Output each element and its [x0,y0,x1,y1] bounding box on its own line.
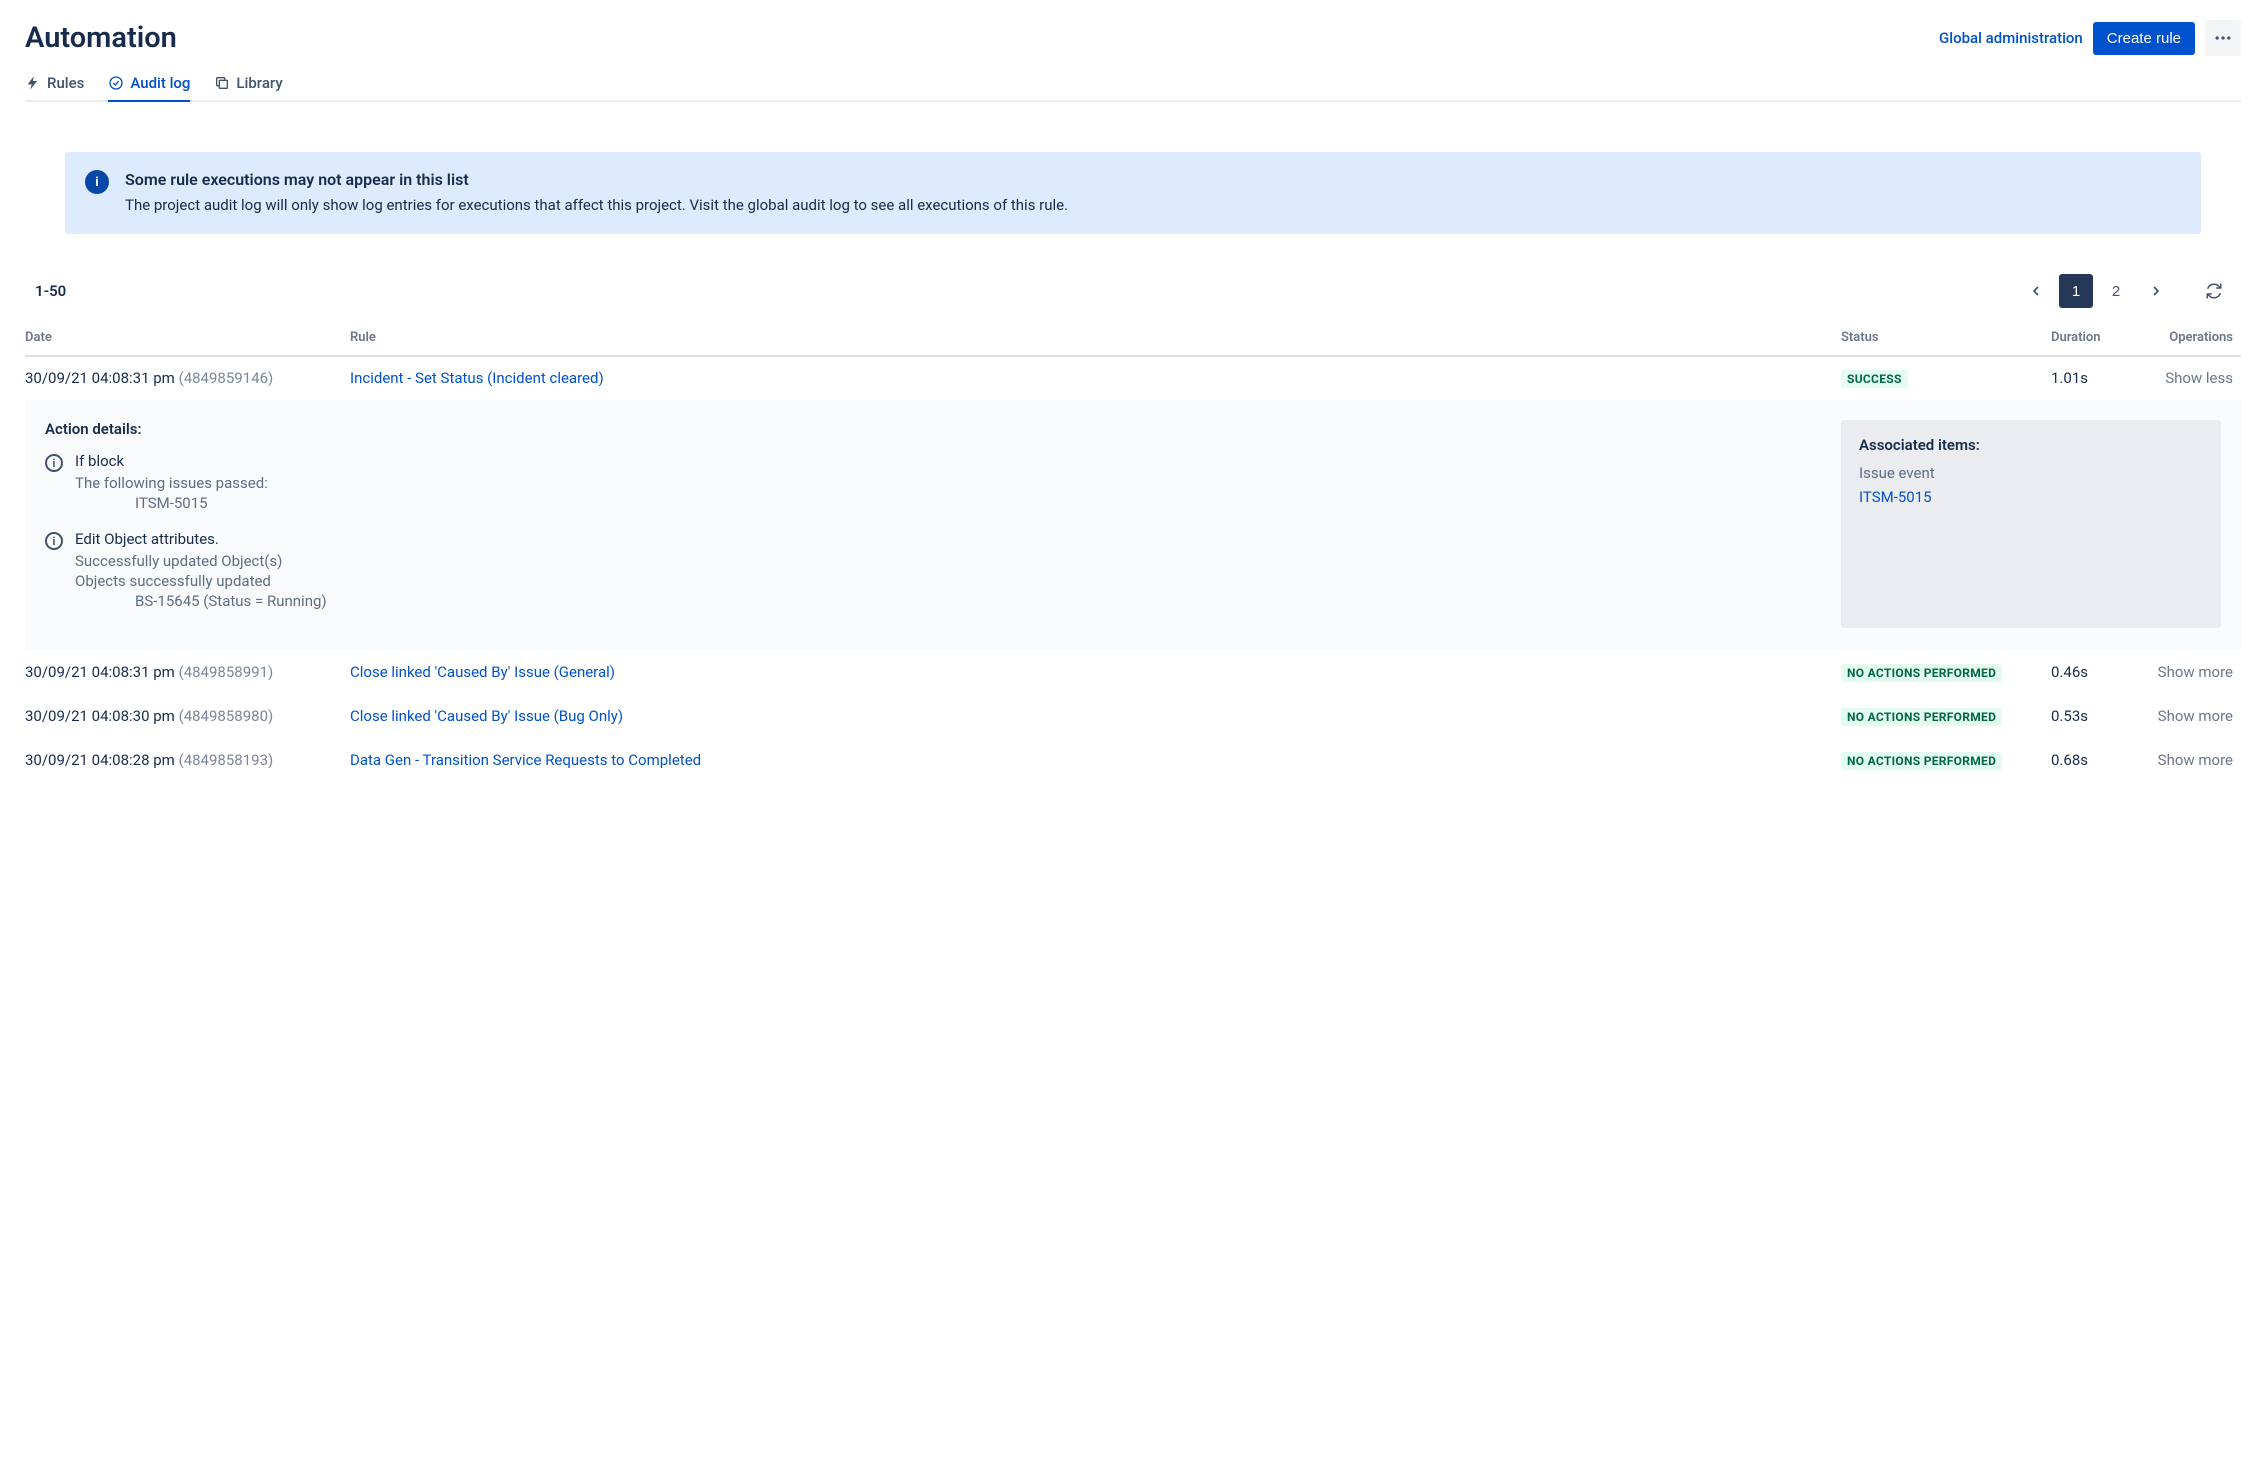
assoc-type: Issue event [1859,464,2203,482]
info-icon: i [85,170,109,194]
detail-name: Edit Object attributes. [75,530,1821,548]
refresh-icon [2205,282,2223,300]
toggle-details-link[interactable]: Show more [2158,707,2233,725]
row-date: 30/09/21 04:08:30 pm [25,707,175,725]
status-badge: NO ACTIONS PERFORMED [1841,752,2002,770]
tab-label: Library [236,74,282,92]
banner-title: Some rule executions may not appear in t… [125,170,2181,189]
info-circle-icon: i [45,454,63,472]
create-rule-button[interactable]: Create rule [2093,22,2195,55]
page-2-button[interactable]: 2 [2099,274,2133,308]
row-duration: 0.53s [2051,695,2136,739]
table-row: 30/09/21 04:08:31 pm (4849859146) Inciden… [25,356,2241,400]
chevron-right-icon [2148,283,2164,299]
audit-log-table: Date Rule Status Duration Operations 30/… [25,320,2241,782]
row-id: (4849858991) [179,663,274,681]
next-page-button[interactable] [2139,274,2173,308]
col-operations: Operations [2136,320,2241,356]
assoc-title: Associated items: [1859,436,2203,454]
tab-label: Rules [47,74,84,92]
row-duration: 0.46s [2051,651,2136,695]
copy-icon [214,75,230,91]
row-duration: 1.01s [2051,356,2136,400]
col-date: Date [25,320,350,356]
tab-rules[interactable]: Rules [25,74,84,102]
info-banner: i Some rule executions may not appear in… [65,152,2201,234]
tab-audit-log[interactable]: Audit log [108,74,190,102]
status-badge: SUCCESS [1841,370,1908,388]
global-admin-link[interactable]: Global administration [1939,29,2083,47]
pagination: 1 2 [2019,274,2231,308]
bolt-icon [25,75,41,91]
expanded-details: Action details: i If block The following is… [25,400,2241,650]
table-row: 30/09/21 04:08:28 pm (4849858193) Data Ge… [25,739,2241,783]
rule-link[interactable]: Close linked 'Caused By' Issue (General) [350,663,615,681]
assoc-issue-link[interactable]: ITSM-5015 [1859,488,1932,506]
result-range: 1-50 [35,282,66,300]
banner-text: The project audit log will only show log… [125,195,2181,216]
table-row: 30/09/21 04:08:31 pm (4849858991) Close l… [25,651,2241,695]
status-badge: NO ACTIONS PERFORMED [1841,708,2002,726]
col-status: Status [1841,320,2051,356]
table-row: 30/09/21 04:08:30 pm (4849858980) Close l… [25,695,2241,739]
row-date: 30/09/21 04:08:31 pm [25,663,175,681]
detail-line: Successfully updated Object(s) [75,552,1821,570]
tabs: Rules Audit log Library [25,74,2241,102]
row-date: 30/09/21 04:08:31 pm [25,369,175,387]
detail-line: The following issues passed: [75,474,1821,492]
row-id: (4849858193) [179,751,274,769]
status-badge: NO ACTIONS PERFORMED [1841,664,2002,682]
row-id: (4849859146) [179,369,274,387]
rule-link[interactable]: Data Gen - Transition Service Requests t… [350,751,701,769]
tab-library[interactable]: Library [214,74,282,102]
check-circle-icon [108,75,124,91]
toggle-details-link[interactable]: Show more [2158,751,2233,769]
page-title: Automation [25,21,177,55]
rule-link[interactable]: Close linked 'Caused By' Issue (Bug Only… [350,707,623,725]
info-circle-icon: i [45,532,63,550]
detail-issue: ITSM-5015 [75,494,1821,512]
row-id: (4849858980) [179,707,274,725]
row-duration: 0.68s [2051,739,2136,783]
tab-label: Audit log [130,74,190,92]
more-actions-button[interactable] [2205,20,2241,56]
refresh-button[interactable] [2197,274,2231,308]
associated-items-panel: Associated items: Issue event ITSM-5015 [1841,420,2221,628]
detail-name: If block [75,452,1821,470]
col-duration: Duration [2051,320,2136,356]
col-rule: Rule [350,320,1841,356]
page-1-button[interactable]: 1 [2059,274,2093,308]
detail-object: BS-15645 (Status = Running) [75,592,1821,610]
prev-page-button[interactable] [2019,274,2053,308]
toggle-details-link[interactable]: Show less [2165,369,2233,387]
rule-link[interactable]: Incident - Set Status (Incident cleared) [350,369,604,387]
chevron-left-icon [2028,283,2044,299]
more-icon [2213,28,2233,48]
detail-line: Objects successfully updated [75,572,1821,590]
toggle-details-link[interactable]: Show more [2158,663,2233,681]
action-details-title: Action details: [45,420,1821,438]
row-date: 30/09/21 04:08:28 pm [25,751,175,769]
